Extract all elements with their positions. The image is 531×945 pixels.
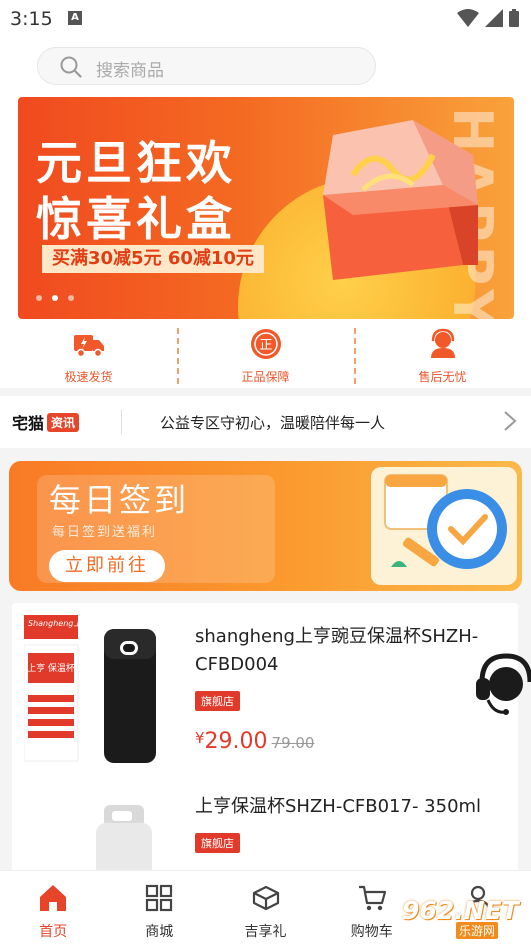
product-image[interactable] [24, 785, 174, 875]
signin-subtitle: 每日签到送福利 [52, 525, 158, 540]
notification-icon: A [68, 11, 82, 25]
search-bar: 搜索商品 [0, 38, 531, 94]
banner-indicator [36, 295, 74, 301]
guarantee-label: 极速发货 [64, 370, 113, 384]
guarantee-label: 正品保障 [241, 370, 290, 384]
news-logo: 宅猫 资讯 [12, 411, 80, 433]
news-ticker[interactable]: 宅猫 资讯 公益专区守初心，温暖陪伴每一人 [0, 396, 531, 448]
signin-go-button[interactable]: 立即前往 [49, 550, 165, 582]
price-value: 29.00 [204, 729, 268, 754]
tab-label: 首页 [39, 924, 68, 940]
genuine-glyph: 正 [259, 338, 272, 353]
banner-area: HAPPY 元旦狂欢 惊喜礼盒 买满30减5元 60减10元 [0, 94, 531, 324]
banner-dot[interactable] [52, 295, 58, 301]
status-icons [457, 9, 519, 27]
signal-icon [485, 9, 503, 27]
banner-dot[interactable] [36, 295, 42, 301]
home-icon [40, 885, 67, 911]
guarantee-fast-shipping[interactable]: 极速发货 [0, 324, 177, 388]
site-watermark: 962.NET 乐游网 [392, 894, 531, 940]
battery-icon [509, 9, 519, 27]
banner-dot[interactable] [68, 295, 74, 301]
product-image[interactable]: Shangheng上亨 上亨 保温杯 [24, 615, 174, 765]
watermark-sub: 乐游网 [456, 922, 499, 939]
gift-icon [252, 885, 279, 911]
tab-home[interactable]: 首页 [0, 871, 106, 945]
product-card[interactable]: Shangheng上亨 上亨 保温杯 shangheng上亨豌豆保温杯SHZH-… [12, 603, 518, 773]
grid-icon [146, 884, 173, 912]
original-price: 79.00 [271, 734, 315, 752]
guarantee-after-sales[interactable]: 售后无忧 [354, 324, 531, 388]
truck-icon [73, 335, 104, 358]
search-placeholder: 搜索商品 [96, 61, 164, 81]
customer-service-float-icon[interactable] [474, 652, 531, 718]
product-card[interactable]: 上亨保温杯SHZH-CFB017- 350ml 旗舰店 [12, 773, 518, 875]
guarantee-genuine[interactable]: 正 正品保障 [177, 324, 354, 388]
banner-promo: 买满30减5元 60减10元 [42, 245, 264, 273]
calendar-check-icon [384, 474, 507, 569]
status-time: 3:15 [10, 8, 53, 30]
product-list: Shangheng上亨 上亨 保温杯 shangheng上亨豌豆保温杯SHZH-… [12, 603, 518, 875]
product-name[interactable]: 上亨保温杯SHZH-CFB017- 350ml [195, 793, 495, 821]
package-label: 上亨 保温杯 [27, 662, 75, 674]
calendar-illustration [371, 467, 517, 585]
status-bar: 3:15 A [0, 0, 531, 38]
chevron-right-icon[interactable] [503, 410, 517, 432]
customer-service-icon [430, 328, 455, 358]
tab-gift[interactable]: 吉享礼 [212, 871, 318, 945]
news-divider [121, 410, 122, 434]
cart-icon [358, 885, 386, 911]
watermark-text: 962.NET [402, 896, 519, 925]
signin-title: 每日签到 [49, 481, 190, 519]
tab-mall[interactable]: 商城 [106, 871, 212, 945]
search-icon [60, 56, 82, 78]
store-tag: 旗舰店 [195, 833, 240, 853]
tab-label: 吉享礼 [244, 924, 287, 940]
daily-signin-banner[interactable]: 每日签到 每日签到送福利 立即前往 [9, 461, 522, 591]
news-logo-brand: 宅猫 [12, 414, 45, 433]
product-name[interactable]: shangheng上亨豌豆保温杯SHZH-CFBD004 [195, 623, 495, 679]
search-input[interactable]: 搜索商品 [37, 47, 376, 85]
banner-title-line2: 惊喜礼盒 [36, 192, 236, 246]
gift-box-illustration [323, 120, 478, 280]
tab-label: 商城 [145, 924, 174, 940]
news-logo-tag: 资讯 [47, 412, 80, 432]
wifi-icon [457, 9, 479, 27]
package-brand: Shangheng上亨 [28, 619, 91, 628]
genuine-badge-icon: 正 [250, 329, 281, 359]
product-price: ¥29.00 79.00 [195, 729, 314, 754]
service-guarantees: 极速发货 正 正品保障 售后无忧 [0, 324, 531, 388]
news-headline[interactable]: 公益专区守初心，温暖陪伴每一人 [160, 412, 385, 433]
store-tag: 旗舰店 [195, 691, 240, 711]
price-currency: ¥ [195, 729, 205, 747]
guarantee-label: 售后无忧 [418, 370, 467, 384]
promo-banner[interactable]: HAPPY 元旦狂欢 惊喜礼盒 买满30减5元 60减10元 [18, 97, 514, 319]
